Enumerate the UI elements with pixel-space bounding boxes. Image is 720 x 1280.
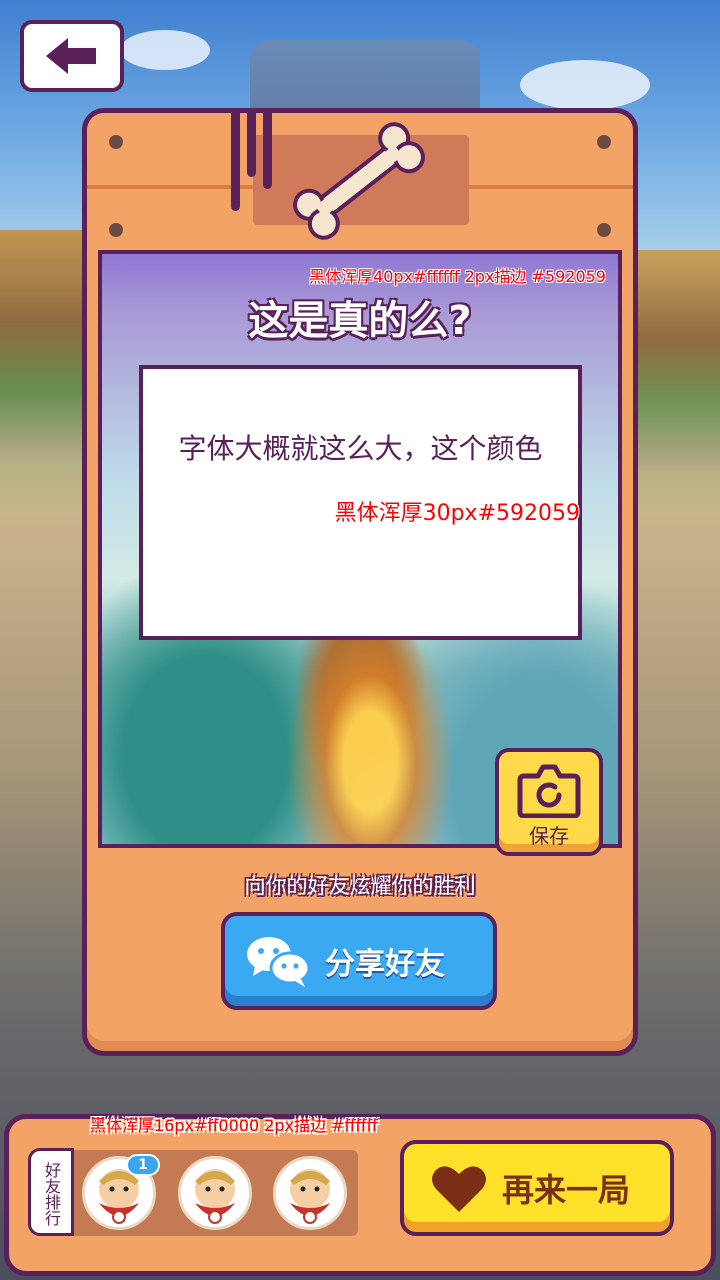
scratch-mark: [231, 113, 240, 211]
answer-text: 字体大概就这么大，这个颜色: [178, 432, 543, 465]
background-building-left: [0, 230, 90, 460]
title-annotation: 黑体浑厚40px#ffffff 2px描边 #592059: [309, 267, 606, 286]
scratch-mark: [247, 113, 256, 177]
board-bolt: [597, 223, 611, 237]
friend-avatar[interactable]: [178, 1156, 252, 1230]
heart-icon: [432, 1166, 486, 1212]
rank-annotation: 黑体浑厚16px#ff0000 2px描边 #ffffff: [90, 1116, 378, 1135]
board-bolt: [109, 135, 123, 149]
play-again-label: 再来一局: [502, 1171, 631, 1209]
share-label: 分享好友: [325, 947, 445, 982]
friend-rank-badge: 1: [126, 1154, 160, 1176]
background-cloud: [520, 60, 650, 110]
save-label: 保存: [529, 824, 569, 848]
play-again-button[interactable]: 再来一局: [400, 1140, 674, 1236]
background-building-right: [630, 250, 720, 470]
question-title: 这是真的么?: [248, 298, 472, 344]
camera-icon: [517, 764, 581, 818]
background-cloud: [120, 30, 210, 70]
scratch-mark: [263, 113, 272, 189]
board-bolt: [597, 135, 611, 149]
wechat-icon: [247, 937, 311, 987]
player-avatar-icon: [290, 1169, 330, 1224]
answer-box: 字体大概就这么大，这个颜色 黑体浑厚30px#592059: [139, 365, 582, 640]
save-button[interactable]: 保存: [495, 748, 603, 856]
friend-rank-tab[interactable]: 好友排行: [28, 1148, 74, 1236]
back-button[interactable]: [20, 20, 124, 92]
friend-avatar[interactable]: [273, 1156, 347, 1230]
answer-annotation: 黑体浑厚30px#592059: [334, 501, 580, 526]
bone-icon: [293, 122, 425, 240]
share-prompt: 向你的好友炫耀你的胜利: [244, 874, 476, 898]
player-avatar-icon: [195, 1169, 235, 1224]
board-bolt: [109, 223, 123, 237]
share-friends-button[interactable]: 分享好友: [221, 912, 497, 1010]
arrow-left-icon: [46, 38, 96, 74]
